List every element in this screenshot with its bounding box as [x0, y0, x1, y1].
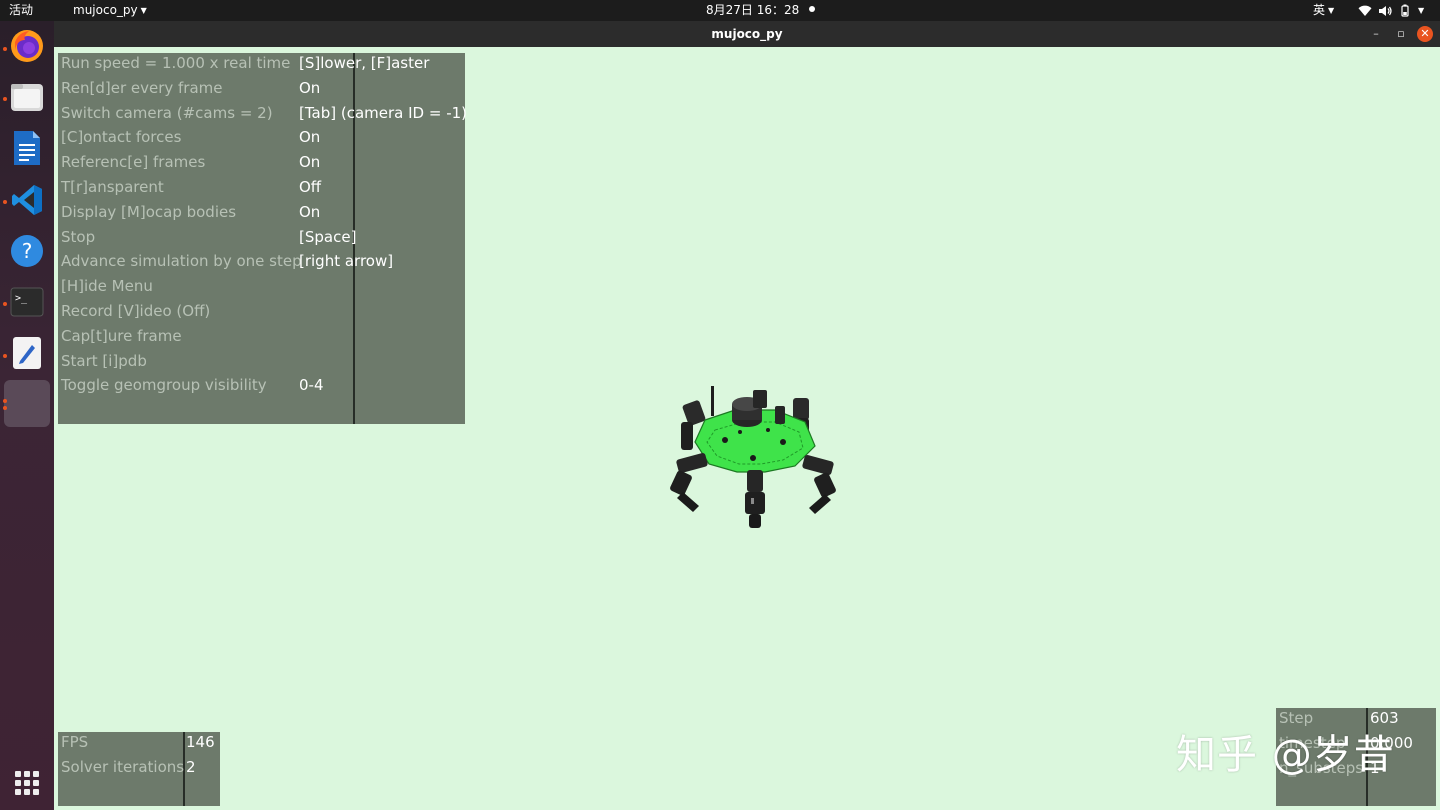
running-indicator: [3, 200, 7, 204]
window-title-bar[interactable]: mujoco_py – ▫ ✕: [54, 21, 1440, 47]
overlay-label: Display [M]ocap bodies: [61, 202, 237, 221]
overlay-label: [C]ontact forces: [61, 128, 182, 147]
overlay-label: Ren[d]er every frame: [61, 78, 223, 97]
chevron-down-icon: ▼: [140, 6, 147, 15]
overlay-label: [H]ide Menu: [61, 277, 153, 296]
robot-leg-mid-right: [802, 455, 836, 514]
overlay-value: [right arrow]: [299, 252, 394, 271]
robot-servo-block: [775, 406, 785, 424]
gnome-top-bar: 活动 mujoco_py ▼ 8月27日 16：28 英 ▼ ▼: [0, 0, 1440, 21]
overlay-value: On: [299, 202, 321, 221]
overlay-label: Toggle geomgroup visibility: [61, 376, 267, 395]
input-method-button[interactable]: 英 ▼: [1313, 3, 1334, 18]
running-indicator: [3, 399, 7, 403]
fps-info-panel: FPS 146 Solver iterations 2: [58, 732, 220, 806]
writer-icon[interactable]: [8, 129, 46, 167]
clock-button[interactable]: 8月27日 16：28: [706, 3, 816, 18]
running-indicator: [3, 302, 7, 306]
text-editor-icon[interactable]: [8, 334, 46, 372]
overlay-label: Record [V]ideo (Off): [61, 302, 211, 320]
activities-button[interactable]: 活动: [9, 3, 33, 18]
overlay-label: Stop: [61, 227, 96, 246]
active-window-icon[interactable]: [4, 380, 50, 427]
robot-antenna: [711, 386, 714, 416]
hexapod-robot-render[interactable]: [665, 380, 845, 535]
overlay-label: FPS: [61, 733, 89, 751]
minimize-icon[interactable]: –: [1368, 26, 1384, 42]
overlay-label: Start [i]pdb: [61, 351, 147, 370]
robot-leg-front: [745, 470, 765, 528]
vscode-icon[interactable]: [8, 181, 46, 219]
overlay-value: On: [299, 128, 321, 147]
chevron-down-icon: ▼: [1328, 6, 1335, 15]
battery-icon: [1401, 4, 1409, 17]
wifi-icon: [1358, 5, 1372, 16]
running-indicator: [3, 354, 7, 358]
firefox-icon[interactable]: [8, 27, 46, 65]
overlay-label: Referenc[e] frames: [61, 153, 206, 172]
clock-label: 8月27日 16：28: [706, 3, 800, 17]
help-icon[interactable]: ?: [8, 232, 46, 270]
maximize-icon[interactable]: ▫: [1393, 26, 1409, 42]
files-icon[interactable]: [8, 78, 46, 116]
robot-servo-block: [753, 390, 767, 408]
running-indicator: [3, 47, 7, 51]
app-menu-button[interactable]: mujoco_py ▼: [73, 3, 147, 18]
overlay-value: 2: [186, 757, 196, 776]
window-title: mujoco_py: [711, 27, 783, 41]
show-apps-icon[interactable]: [15, 771, 39, 795]
overlay-value: On: [299, 153, 321, 172]
ubuntu-dock: ? >_: [0, 21, 54, 810]
overlay-label: Cap[t]ure frame: [61, 326, 182, 345]
overlay-value: [Space]: [299, 227, 357, 246]
running-indicator: [3, 97, 7, 101]
notification-dot-icon: [809, 6, 816, 12]
overlay-label: Switch camera (#cams = 2): [61, 103, 273, 122]
overlay-value: [S]lower, [F]aster: [299, 54, 430, 72]
overlay-label: Run speed = 1.000 x real time: [61, 54, 291, 72]
overlay-label: Advance simulation by one step: [61, 252, 302, 271]
svg-text:?: ?: [22, 239, 33, 263]
svg-text:>_: >_: [15, 293, 28, 304]
input-method-label: 英: [1313, 3, 1326, 17]
overlay-value: On: [299, 78, 321, 97]
robot-leg-mid-left: [670, 453, 708, 512]
running-indicator: [3, 406, 7, 410]
terminal-icon[interactable]: >_: [8, 283, 46, 321]
close-icon[interactable]: ✕: [1417, 26, 1433, 42]
overlay-value: [Tab] (camera ID = -1): [299, 103, 468, 122]
overlay-label: T[r]ansparent: [61, 178, 164, 196]
overlay-value: 146: [186, 733, 215, 751]
zhihu-watermark: 知乎 @岁昔: [1176, 732, 1395, 778]
volume-icon: [1379, 5, 1392, 16]
overlay-value: 0-4: [299, 376, 324, 395]
system-menu-button[interactable]: ▼: [1358, 3, 1424, 18]
overlay-value: Off: [299, 178, 322, 196]
viewer-menu-panel: Run speed = 1.000 x real time [S]lower, […: [58, 53, 468, 424]
app-menu-label: mujoco_py: [73, 3, 138, 17]
overlay-label: Solver iterations: [61, 757, 185, 776]
chevron-down-icon: ▼: [1418, 6, 1425, 15]
